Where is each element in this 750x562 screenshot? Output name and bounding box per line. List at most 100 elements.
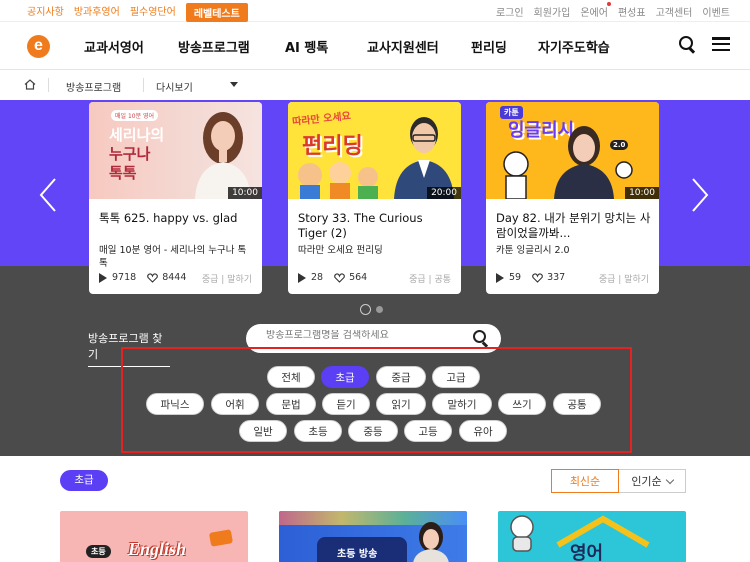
login-link[interactable]: 로그인 [496,4,524,19]
event-link[interactable]: 이벤트 [702,4,730,19]
search-icon[interactable] [473,330,489,346]
card-thumbnail: 카툰 잉글리시 2.0 10:00 [486,102,659,199]
carousel-next-icon[interactable] [690,177,710,213]
chevron-down-icon [665,475,674,484]
pagination-dot[interactable] [376,306,383,313]
menu-teacher-support[interactable]: 교사지원센터 [367,37,439,56]
filter-chip-level-active[interactable]: 초급 [321,366,369,388]
like-count: 8444 [162,272,187,283]
program-card[interactable]: 카툰 잉글리시 2.0 10:00 Day 82. 내가 분위기 망치는 사람이… [486,102,659,294]
card-title[interactable]: Story 33. The Curious Tiger (2) [298,211,453,241]
heart-icon [334,272,345,283]
cartoon-characters [298,162,378,199]
host-photo [554,126,633,199]
heart-icon [532,272,543,283]
program-card[interactable]: 매일 10분 영어 세리나의 누구나 톡톡 10:00 톡톡 625. happ… [89,102,262,294]
card-subtitle: 카툰 잉글리시 2.0 [496,245,570,256]
menu-broadcast-program[interactable]: 방송프로그램 [178,37,250,56]
thumb-title-line: 누구나 [109,145,151,163]
astronaut-icon [510,515,534,552]
menu-ai-pengtalk[interactable]: AI 펭톡 [285,37,328,56]
sort-popular-dropdown[interactable]: 인기순 [619,469,686,493]
selected-level-tag: 초급 [60,470,108,491]
thumb-title-line: 펀리딩 [302,134,363,159]
schedule-link[interactable]: 편성표 [618,4,646,19]
utility-right-links: 로그인 회원가입 온에어 편성표 고객센터 이벤트 [496,2,730,19]
breadcrumb-current[interactable]: 다시보기 [156,79,193,94]
duration-badge: 20:00 [427,187,461,199]
home-icon[interactable] [24,79,36,90]
program-search-input[interactable] [266,330,466,341]
filter-chip-skill[interactable]: 쓰기 [498,393,546,415]
menu-icon[interactable] [712,36,730,52]
like-count: 337 [547,272,566,283]
level-test-button[interactable]: 레벨테스트 [185,3,248,22]
card-subtitle: 매일 10분 영어 - 세리나의 누구나 톡톡 [99,245,247,269]
thumb-title-line: 세리나의 [109,126,165,144]
notice-link[interactable]: 공지사항 [27,3,64,22]
play-icon [298,272,306,283]
menu-fun-reading[interactable]: 펀리딩 [471,37,507,56]
filter-chip-skill[interactable]: 파닉스 [146,393,204,415]
filter-chip-target[interactable]: 중등 [348,420,398,442]
card-stats: 9718 8444 [99,272,186,283]
afterschool-english-link[interactable]: 방과후영어 [74,3,120,22]
card-stats: 59 337 [496,272,565,283]
customer-center-link[interactable]: 고객센터 [656,4,693,19]
thumb-title: 초등 방송 [337,549,378,560]
result-thumbnail[interactable]: 초등 English [60,511,248,562]
menu-textbook-english[interactable]: 교과서영어 [84,37,144,56]
main-nav: e 교과서영어 방송프로그램 AI 펭톡 교사지원센터 펀리딩 자기주도학습 [0,22,750,70]
play-icon [99,272,107,283]
menu-self-study[interactable]: 자기주도학습 [538,37,610,56]
card-level-meta: 중급 | 말하기 [598,275,649,285]
card-level-meta: 중급 | 공통 [409,275,451,285]
like-count: 564 [349,272,368,283]
carousel-pagination [360,304,383,315]
pagination-dot-active[interactable] [360,304,371,315]
thumb-badge: 초등 [86,545,111,558]
filter-chip-skill[interactable]: 어휘 [211,393,259,415]
card-level-meta: 중급 | 말하기 [201,275,252,285]
breadcrumb-section[interactable]: 방송프로그램 [66,79,121,94]
thumb-title: English [128,539,187,559]
thumb-title-line: 톡톡 [109,164,137,182]
filter-chip-skill[interactable]: 듣기 [322,393,370,415]
card-title[interactable]: 톡톡 625. happy vs. glad [99,211,254,226]
filter-chip-skill[interactable]: 공통 [553,393,601,415]
filter-chip-skill[interactable]: 문법 [266,393,316,415]
filter-chip-level[interactable]: 중급 [376,366,426,388]
filter-chip-target[interactable]: 초등 [294,420,342,442]
thumb-caption: 따라만 오세요 [291,110,352,129]
sort-latest-button[interactable]: 최신순 [551,469,619,493]
filter-chip-level[interactable]: 전체 [267,366,315,388]
ebs-logo[interactable]: e [27,35,50,58]
sort-toggle: 최신순 인기순 [551,469,686,493]
card-title[interactable]: Day 82. 내가 분위기 망치는 사람이었을까봐... [496,211,651,241]
filter-chip-target[interactable]: 일반 [239,420,287,442]
nav-icons [679,36,730,53]
host-photo [195,112,251,199]
program-card[interactable]: 따라만 오세요 펀리딩 20:00 Story 33. The Curious … [288,102,461,294]
filter-chip-skill[interactable]: 읽기 [376,393,426,415]
filter-chip-target[interactable]: 고등 [404,420,452,442]
chevron-down-icon[interactable] [230,82,238,87]
filter-chip-skill[interactable]: 말하기 [432,393,492,415]
thumb-caption: 매일 10분 영어 [111,110,159,121]
host-photo [394,117,454,199]
result-thumbnail[interactable]: 초등 방송 [279,511,467,562]
filter-chip-target[interactable]: 유아 [459,420,507,442]
onair-link[interactable]: 온에어 [580,2,611,19]
signup-link[interactable]: 회원가입 [534,4,571,19]
carousel-prev-icon[interactable] [38,177,58,213]
result-thumbnail[interactable]: 영어 [498,511,686,562]
sort-popular-label: 인기순 [631,475,662,488]
play-count: 59 [509,272,522,283]
card-thumbnail: 따라만 오세요 펀리딩 20:00 [288,102,461,199]
search-icon[interactable] [679,36,696,53]
duration-badge: 10:00 [625,187,659,199]
essential-words-link[interactable]: 필수영단어 [130,3,176,22]
card-subtitle: 따라만 오세요 펀리딩 [298,245,383,256]
filter-chip-level[interactable]: 고급 [432,366,480,388]
play-count: 9718 [112,272,137,283]
